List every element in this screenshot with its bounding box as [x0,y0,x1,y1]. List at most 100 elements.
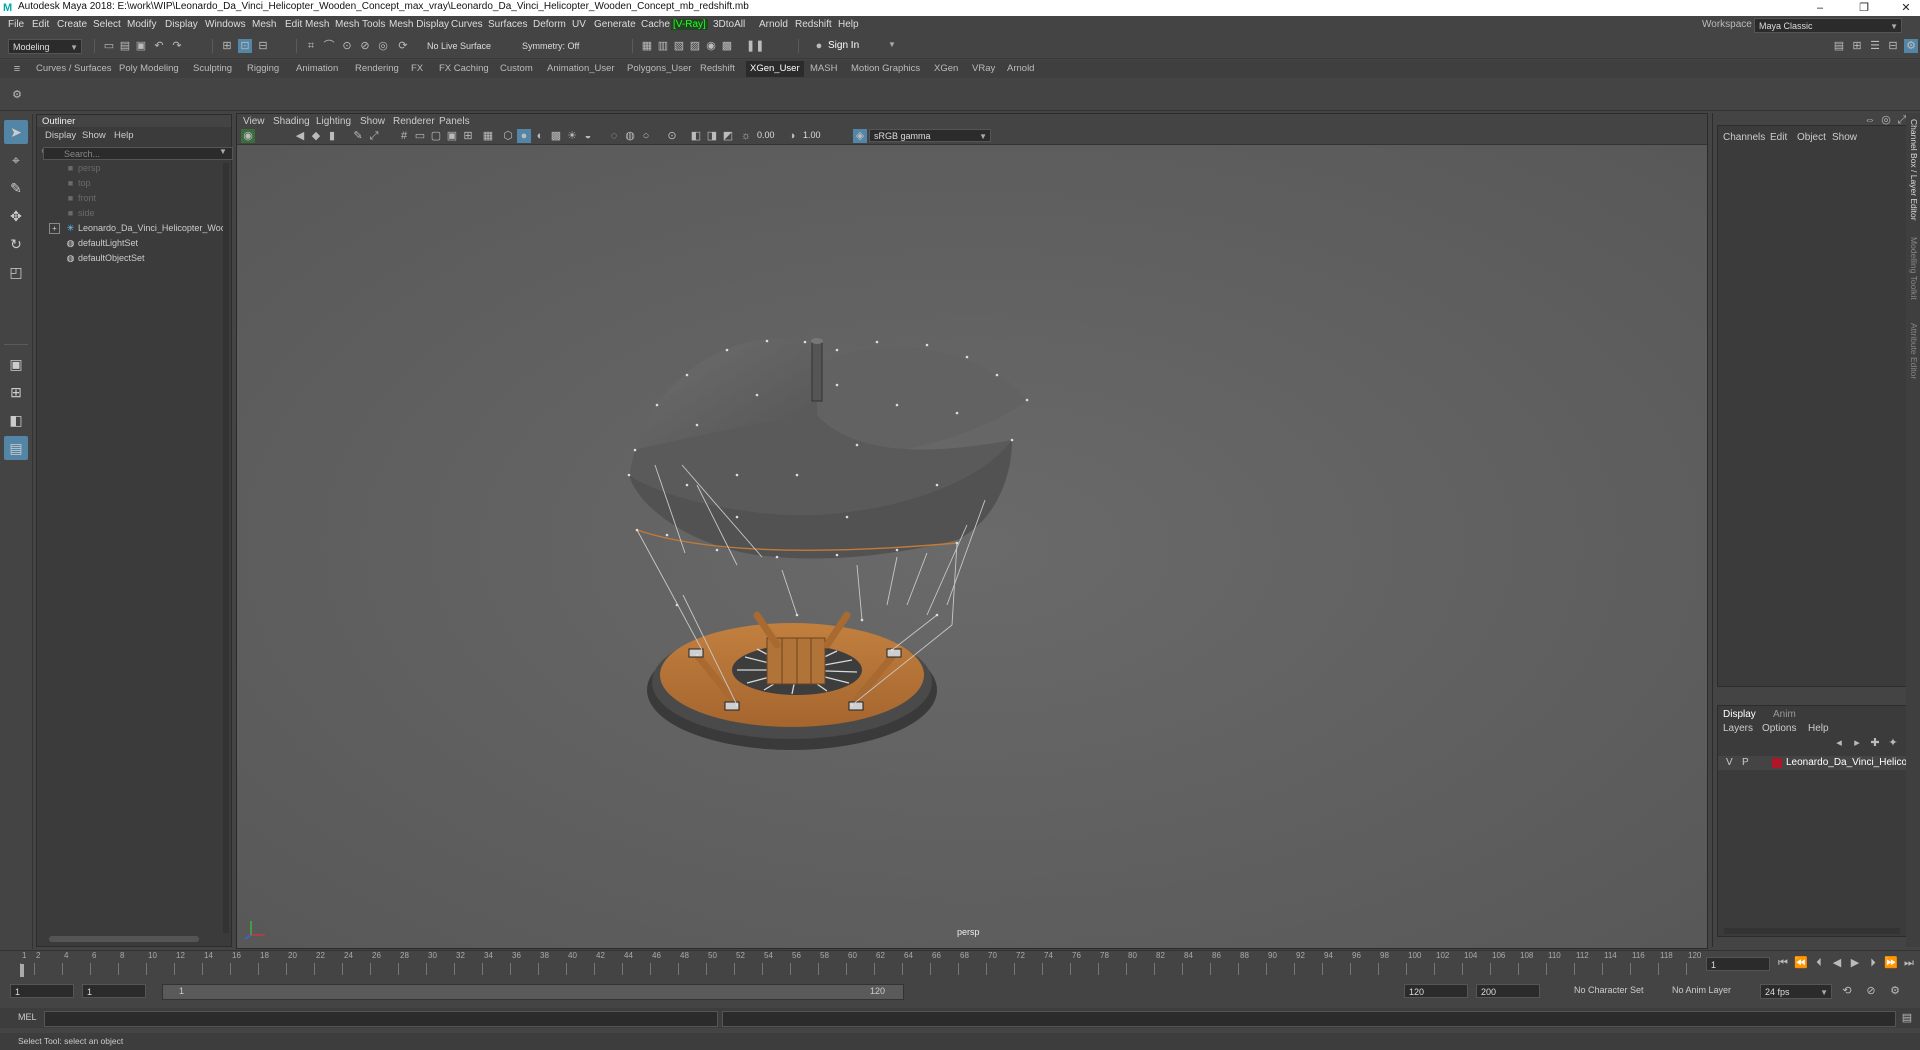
shelf-tab-curves-surfaces[interactable]: Curves / Surfaces [36,63,112,74]
sign-in-button[interactable]: Sign In [828,40,859,51]
menu-select[interactable]: Select [93,19,121,30]
menu-cache[interactable]: Cache [641,19,670,30]
step-forward-key-icon[interactable]: ⏩ [1884,956,1898,970]
step-forward-frame-icon[interactable]: ⏵ [1866,956,1880,970]
step-back-frame-icon[interactable]: ⏴ [1812,956,1826,970]
attribute-toggle-icon[interactable]: ☰ [1868,39,1882,53]
command-language-label[interactable]: MEL [18,1012,37,1022]
move-layer-up-icon[interactable]: ◂ [1832,736,1846,750]
layer-tab-display[interactable]: Display [1723,709,1756,720]
command-input[interactable] [44,1011,718,1027]
motion-blur-icon[interactable]: ◨ [705,129,719,143]
image-plane-icon[interactable]: ▮ [325,129,339,143]
play-forwards-icon[interactable]: ▶ [1848,956,1862,970]
menu-mesh[interactable]: Mesh [252,19,276,30]
xray-icon[interactable]: ◌ [607,129,621,143]
menu-curves[interactable]: Curves [451,19,483,30]
snap-point-icon[interactable]: ⊙ [340,39,354,53]
chevron-down-icon[interactable]: ▼ [219,147,227,156]
outliner-item-helicopter[interactable]: + ✳ Leonardo_Da_Vinci_Helicopter_Wooden [37,221,231,236]
menu-3dtoall[interactable]: 3DtoAll [713,19,745,30]
shelf-tab-motion-graphics[interactable]: Motion Graphics [851,63,920,74]
anim-layer-dropdown[interactable]: No Anim Layer [1672,985,1731,995]
redo-icon[interactable]: ↷ [170,39,184,53]
auto-key-icon[interactable]: ⊘ [1864,984,1878,998]
menu-file[interactable]: File [8,19,24,30]
layer-visibility-toggle[interactable]: V [1726,757,1733,768]
open-scene-icon[interactable]: ▤ [118,39,132,53]
menu-modify[interactable]: Modify [127,19,156,30]
wireframe-icon[interactable]: ⬡ [501,129,515,143]
exposure-field[interactable]: 0.00 [757,130,775,140]
3d-viewport[interactable]: persp [237,145,1707,948]
outliner-search-input[interactable]: Search... [43,147,233,160]
shelf-tab-arnold[interactable]: Arnold [1007,63,1034,74]
pause-icon[interactable]: ❚❚ [746,39,764,53]
shelf-menu-icon[interactable]: ≡ [10,62,24,76]
layer-menu-layers[interactable]: Layers [1723,723,1753,734]
go-to-end-icon[interactable]: ⏭ [1902,956,1916,970]
shelf-settings-icon[interactable]: ⚙ [10,88,24,102]
outliner-item-front[interactable]: ■ front [37,191,231,206]
current-time-marker[interactable] [20,964,24,977]
channel-menu-object[interactable]: Object [1797,132,1826,143]
select-camera-icon[interactable]: ◉ [241,129,255,143]
playback-end-field[interactable]: 120 [1404,984,1468,998]
playback-start-field[interactable]: 1 [82,984,146,998]
gate-mask-icon[interactable]: ▣ [445,129,459,143]
layer-playback-toggle[interactable]: P [1742,757,1749,768]
field-chart-icon[interactable]: ⊞ [461,129,475,143]
viewport-menu-lighting[interactable]: Lighting [316,116,351,127]
workspace-dropdown[interactable]: Maya Classic ▼ [1754,18,1902,33]
shadows-icon[interactable]: ◒ [581,129,595,143]
lasso-tool-icon[interactable]: ⌖ [4,148,28,172]
shelf-tab-polygons-user[interactable]: Polygons_User [627,63,691,74]
snap-curve-icon[interactable]: ⌒ [322,39,336,53]
color-space-dropdown[interactable]: sRGB gamma ▼ [869,129,991,142]
paint-select-icon[interactable]: ✎ [4,176,28,200]
snap-grid-icon[interactable]: ⌗ [304,39,318,53]
outliner-item-persp[interactable]: ■ persp [37,161,231,176]
outliner-item-default-light-set[interactable]: ◍ defaultLightSet [37,236,231,251]
layer-menu-help[interactable]: Help [1808,723,1829,734]
xray-components-icon[interactable]: ○ [639,129,653,143]
wireframe-on-shaded-icon[interactable]: ◐ [533,129,547,143]
shelf-tab-custom[interactable]: Custom [500,63,533,74]
snap-view-icon[interactable]: ⊘ [358,39,372,53]
viewport-menu-renderer[interactable]: Renderer [393,116,435,127]
helicopter-model[interactable] [237,145,1707,948]
gamma-field[interactable]: 1.00 [803,130,821,140]
step-back-key-icon[interactable]: ⏪ [1794,956,1808,970]
render-view-icon[interactable]: ▩ [720,39,734,53]
menu-windows[interactable]: Windows [205,19,246,30]
new-scene-icon[interactable]: ▭ [102,39,116,53]
mode-dropdown[interactable]: Modeling ▼ [8,39,82,54]
anti-aliasing-icon[interactable]: ◩ [721,129,735,143]
shelf-tab-rendering[interactable]: Rendering [355,63,399,74]
script-editor-icon[interactable]: ▤ [1900,1011,1914,1025]
go-to-start-icon[interactable]: ⏮ [1776,956,1790,970]
new-layer-icon[interactable]: ✚ [1868,736,1882,750]
shelf-tab-fx-caching[interactable]: FX Caching [439,63,489,74]
shelf-tab-animation[interactable]: Animation [296,63,338,74]
color-management-icon[interactable]: ◈ [853,129,867,143]
loop-icon[interactable]: ⟲ [1840,984,1854,998]
move-tool-icon[interactable]: ✥ [4,204,28,228]
chevron-down-icon[interactable]: ▼ [888,40,896,49]
menu-vray[interactable]: [V-Ray] [671,19,708,30]
menu-mesh-display[interactable]: Mesh Display [389,19,449,30]
menu-surfaces[interactable]: Surfaces [488,19,527,30]
shelf-tab-sculpting[interactable]: Sculpting [193,63,232,74]
select-object-icon[interactable]: ⊡ [238,39,252,53]
layer-row[interactable]: V P Leonardo_Da_Vinci_Helicopter [1718,756,1920,770]
current-frame-field[interactable]: 1 [1706,957,1770,971]
menu-generate[interactable]: Generate [594,19,636,30]
render-frame-icon[interactable]: ▦ [640,39,654,53]
tool-settings-icon[interactable]: ⊟ [1886,39,1900,53]
shelf-tab-animation-user[interactable]: Animation_User [547,63,615,74]
shelf-tab-xgen-user[interactable]: XGen_User [746,61,804,77]
timeline-ticks[interactable]: 1 2 4 6 8 10 12 14 16 18 20 22 24 26 28 30 32 34 36 38 40 42 4… [20,951,1701,975]
menu-arnold[interactable]: Arnold [759,19,788,30]
symmetry-dropdown[interactable]: Symmetry: Off [518,39,604,54]
menu-redshift[interactable]: Redshift [795,19,832,30]
